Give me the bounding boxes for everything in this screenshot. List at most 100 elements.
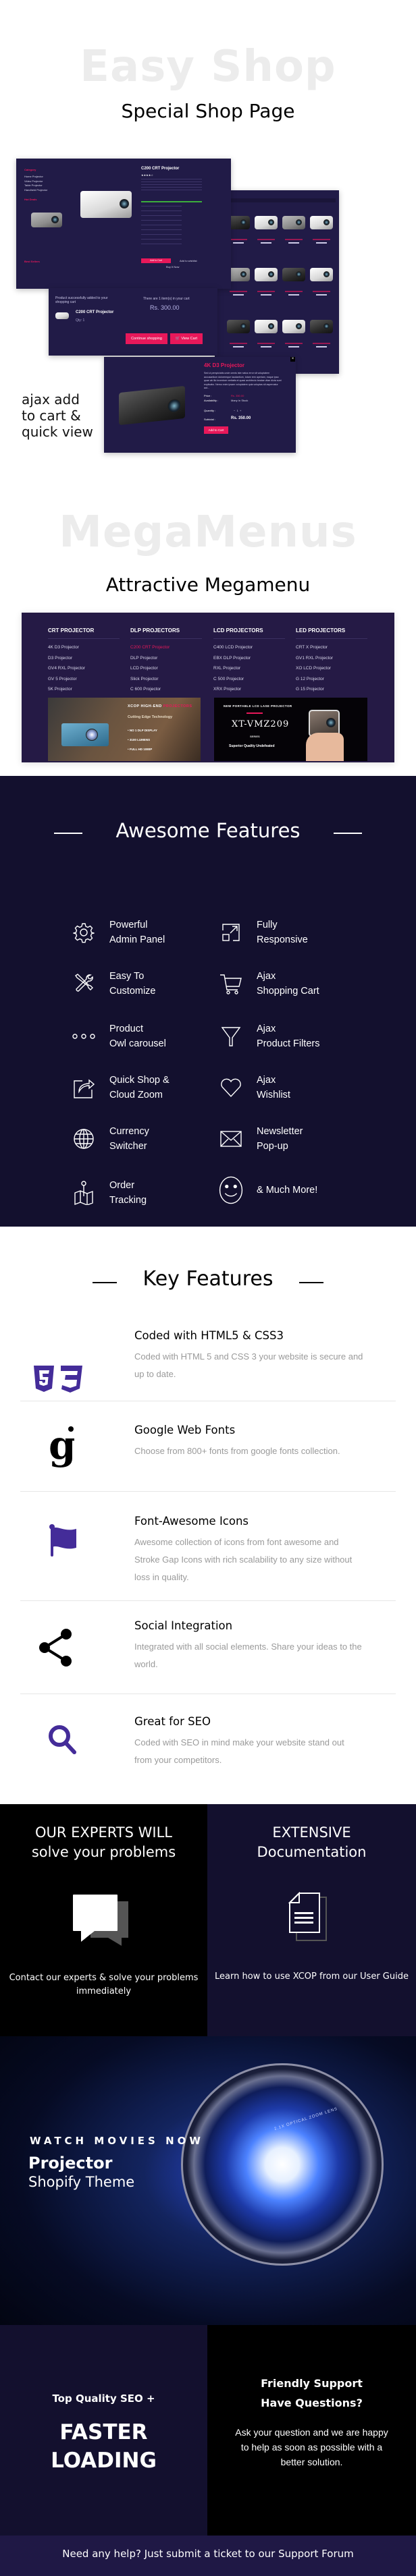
grid-product-name[interactable] [230, 239, 247, 240]
grid-product-image[interactable] [255, 320, 278, 333]
view-cart-button[interactable]: 🛒 View Cart [170, 333, 203, 344]
megamenu-banner-right[interactable]: NEW PORTABLE LCD LASE PROJECTOR XT-VMZ20… [214, 698, 367, 761]
hot-deals-title: Hot Deals [24, 198, 37, 201]
quantity-stepper[interactable]: − 1 + [234, 409, 241, 412]
megamenu-item[interactable]: XO LCD Projector [296, 666, 331, 671]
grid-product-name[interactable] [257, 291, 275, 292]
hero-title: Projector [28, 2154, 113, 2173]
grid-product-price [316, 346, 327, 347]
banner-bullet: • NO 1 DLP DISPLAY [128, 729, 157, 732]
cart-count: There are 1 item(s) in your cart [143, 297, 190, 301]
feature-item: Ajax Shopping Cart [219, 969, 319, 999]
grid-product-image[interactable] [227, 320, 250, 333]
share-icon [38, 1627, 72, 1671]
megamenu-item[interactable]: DLP Projector [130, 656, 157, 661]
grid-product-image[interactable] [310, 268, 333, 281]
megamenu-item[interactable]: GV 5 Projector [48, 677, 77, 681]
flag-icon [49, 1523, 78, 1561]
grid-product-price [233, 294, 244, 296]
grid-product-name[interactable] [285, 343, 303, 344]
megamenu-item[interactable]: XRX Projector [213, 687, 241, 692]
grid-product-name[interactable] [230, 291, 247, 292]
continue-shopping-button[interactable]: Continue shopping [126, 333, 167, 344]
grid-product-image[interactable] [310, 320, 333, 333]
grid-product-name[interactable] [313, 291, 330, 292]
grid-product-name[interactable] [257, 239, 275, 240]
banner-right-model: XT-VMZ209 [232, 719, 290, 729]
grid-product-price [316, 294, 327, 296]
megamenu-item[interactable]: Slick Projector [130, 677, 159, 681]
megamenu-item[interactable]: EBX DLP Projector [213, 656, 251, 661]
megamenu-item[interactable]: G 12 Projector [296, 677, 324, 681]
megamenu-item[interactable]: C400 LCD Projector [213, 645, 253, 650]
product-page-screenshot: Category Home Projector Video Projector … [16, 159, 231, 289]
docs-title-line-1: EXTENSIVE [272, 1824, 351, 1841]
grid-product-image[interactable] [255, 216, 278, 229]
close-icon[interactable]: × [290, 357, 295, 362]
grid-product-price [316, 242, 327, 244]
megamenu-item[interactable]: GV1 RXL Projector [296, 656, 333, 661]
feature-label-line-1: Quick Shop & [109, 1075, 170, 1086]
key-feature-title: Coded with HTML5 & CSS3 [134, 1329, 284, 1342]
hot-deal-product-image[interactable] [31, 213, 62, 227]
product-description [141, 179, 202, 191]
megamenu-banner-left[interactable]: XCOP HIGH-END PROJECTORS Cutting Edge Te… [48, 698, 201, 761]
megamenu-column-title[interactable]: DLP PROJECTORS [130, 627, 180, 634]
feature-label-line-1: & Much More! [257, 1185, 318, 1196]
megamenu-column-title[interactable]: LED PROJECTORS [296, 627, 345, 634]
grid-product-image[interactable] [310, 216, 333, 229]
quick-view-add-to-cart-button[interactable]: Add to Cart [204, 426, 228, 434]
add-to-cart-button[interactable]: Add to Cart [141, 258, 171, 263]
docs-text: Learn how to use XCOP from our User Guid… [215, 1971, 409, 1982]
feature-label-line-2: Shopping Cart [257, 986, 319, 997]
megamenu-item[interactable]: 5K Projector [48, 687, 72, 692]
quantity-label: Quantity : [204, 409, 216, 412]
megamenu-item[interactable]: G 15 Projector [296, 687, 324, 692]
heart-icon [219, 1075, 243, 1100]
megamenu-item[interactable]: D3 Projector [48, 656, 72, 661]
grid-product-name[interactable] [257, 343, 275, 344]
documentation-panel[interactable]: EXTENSIVE Documentation Learn how to use… [207, 1804, 416, 2036]
banner-bullet: • 3100 LUMENS [128, 738, 151, 741]
support-forum-link[interactable]: Need any help? Just submit a ticket to o… [0, 2548, 416, 2560]
grid-product-name[interactable] [285, 291, 303, 292]
wishlist-link[interactable]: Add to wishlist [180, 259, 197, 262]
megamenu-item[interactable]: GV4 RXL Projector [48, 666, 85, 671]
product-name: C200 CRT Projector [141, 167, 180, 171]
gear-icon [72, 920, 96, 945]
megamenu-item[interactable]: C 600 Projector [130, 687, 161, 692]
grid-product-name[interactable] [313, 239, 330, 240]
megamenu-item[interactable]: C200 CRT Projector [130, 645, 170, 650]
megamenu-column-divider [130, 638, 202, 639]
megamenu-column-title[interactable]: CRT PROJECTOR [48, 627, 94, 634]
banner-right-tagline: Superior Quality Undefeated [229, 744, 275, 748]
megamenu-item[interactable]: CRT X Projector [296, 645, 328, 650]
grid-product-name[interactable] [313, 343, 330, 344]
footer-bar: Need any help? Just submit a ticket to o… [0, 2536, 416, 2576]
main-product-image[interactable] [80, 191, 132, 218]
megamenu-item[interactable]: 4K D3 Projector [48, 645, 79, 650]
feature-label: Order Tracking [109, 1178, 147, 1208]
buy-now-link[interactable]: Buy It Now [166, 265, 179, 269]
globe-icon [72, 1127, 96, 1151]
megamenu-column-title[interactable]: LCD PROJECTORS [213, 627, 263, 634]
seo-big-text: FASTER LOADING [0, 2418, 207, 2475]
experts-title-line-1: OUR EXPERTS WILL [34, 1824, 172, 1841]
megamenu-item[interactable]: C 500 Projector [213, 677, 244, 681]
grid-product-image[interactable] [282, 216, 305, 229]
key-feature-description: Awesome collection of icons from font aw… [134, 1537, 353, 1582]
megamenu-item[interactable]: LCD Projector [130, 666, 158, 671]
subtotal-value: Rs. 350.00 [231, 416, 251, 420]
collage-caption: ajax add to cart & quick view [22, 391, 93, 440]
grid-product-image[interactable] [255, 268, 278, 281]
docs-title-line-2: Documentation [257, 1844, 367, 1860]
megamenu-item[interactable]: RXL Projector [213, 666, 240, 671]
price-value: Rs. 350.00 [231, 394, 244, 397]
grid-product-image[interactable] [282, 268, 305, 281]
sidebar-item[interactable]: Handheld Projector [24, 188, 66, 193]
feature-label-line-2: Tracking [109, 1195, 147, 1206]
feature-label: Quick Shop & Cloud Zoom [109, 1073, 170, 1102]
grid-product-image[interactable] [282, 320, 305, 333]
grid-product-name[interactable] [230, 343, 247, 344]
grid-product-name[interactable] [285, 239, 303, 240]
